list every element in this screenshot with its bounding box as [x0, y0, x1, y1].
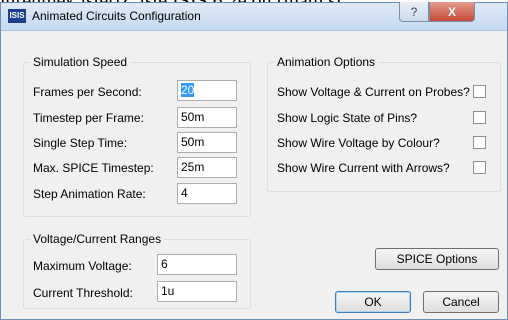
step-animation-rate-label: Step Animation Rate:	[33, 187, 146, 201]
isis-app-icon: ISIS	[8, 9, 26, 23]
config-dialog: ISIS Animated Circuits Configuration ? X…	[0, 2, 508, 320]
wire-current-checkbox[interactable]	[473, 161, 486, 174]
wire-current-option-label: Show Wire Current with Arrows?	[277, 161, 450, 175]
wire-voltage-checkbox[interactable]	[473, 136, 486, 149]
ok-button[interactable]: OK	[335, 291, 411, 313]
probes-option-label: Show Voltage & Current on Probes?	[277, 85, 470, 99]
probes-checkbox[interactable]	[473, 85, 486, 98]
wire-voltage-option-label: Show Wire Voltage by Colour?	[277, 136, 440, 150]
single-step-time-input[interactable]: 50m	[177, 132, 237, 153]
frames-per-second-label: Frames per Second:	[33, 85, 142, 99]
current-threshold-input[interactable]: 1u	[157, 281, 237, 302]
timestep-per-frame-label: Timestep per Frame:	[33, 111, 144, 125]
cancel-button[interactable]: Cancel	[423, 291, 499, 313]
logic-state-option-label: Show Logic State of Pins?	[277, 111, 418, 125]
close-button[interactable]: X	[429, 2, 475, 22]
help-button[interactable]: ?	[399, 2, 429, 22]
step-animation-rate-input[interactable]: 4	[177, 183, 237, 204]
frames-per-second-input[interactable]: 20	[177, 80, 237, 101]
current-threshold-label: Current Threshold:	[33, 286, 133, 300]
ranges-title: Voltage/Current Ranges	[30, 232, 165, 246]
simulation-speed-title: Simulation Speed	[30, 55, 131, 69]
max-spice-timestep-input[interactable]: 25m	[177, 157, 237, 178]
logic-state-checkbox[interactable]	[473, 111, 486, 124]
maximum-voltage-label: Maximum Voltage:	[33, 259, 132, 273]
maximum-voltage-input[interactable]: 6	[157, 254, 237, 275]
title-bar: ISIS Animated Circuits Configuration ? X	[1, 2, 507, 31]
window-title: Animated Circuits Configuration	[32, 9, 201, 23]
animation-options-title: Animation Options	[274, 55, 379, 69]
spice-options-button[interactable]: SPICE Options	[375, 248, 499, 270]
single-step-time-label: Single Step Time:	[33, 136, 128, 150]
max-spice-timestep-label: Max. SPICE Timestep:	[33, 161, 154, 175]
timestep-per-frame-input[interactable]: 50m	[177, 107, 237, 128]
